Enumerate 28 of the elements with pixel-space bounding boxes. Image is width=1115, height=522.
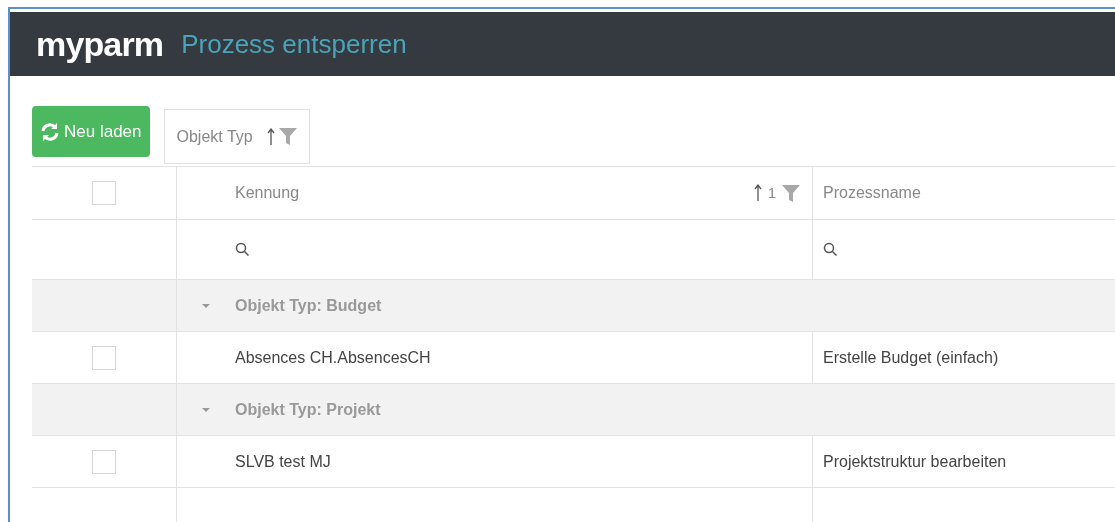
- refresh-icon: [40, 121, 60, 142]
- page-title: Prozess entsperren: [181, 27, 407, 61]
- sort-order: 1: [767, 182, 776, 203]
- search-icon[interactable]: [235, 242, 250, 257]
- group-chip[interactable]: Objekt Typ: [163, 109, 310, 164]
- table-cell-text: SLVB test MJ: [235, 451, 331, 472]
- search-icon[interactable]: [823, 242, 838, 257]
- collapse-caret-icon[interactable]: [202, 405, 210, 414]
- column-label: Kennung: [235, 183, 300, 203]
- reload-button[interactable]: Neu laden: [32, 106, 150, 157]
- checkbox[interactable]: [92, 449, 116, 474]
- logo: myparm: [36, 23, 164, 65]
- column-label: Prozessname: [823, 183, 921, 203]
- group-label: Objekt Typ: Budget: [235, 295, 382, 316]
- table-cell-text: Projektstruktur bearbeiten: [823, 451, 1007, 472]
- sort-ascending-icon[interactable]: [266, 127, 275, 146]
- group-row[interactable]: Objekt Typ: Budget: [32, 280, 1115, 332]
- table-cell-text: Absences CH.AbsencesCH: [235, 347, 431, 368]
- collapse-caret-icon[interactable]: [202, 301, 210, 310]
- filter-icon[interactable]: [782, 184, 800, 202]
- sort-ascending-icon[interactable]: [753, 184, 762, 202]
- checkbox[interactable]: [92, 181, 116, 205]
- column-header[interactable]: Kennung 1: [177, 167, 813, 219]
- checkbox[interactable]: [92, 345, 116, 370]
- group-row[interactable]: Objekt Typ: Projekt: [32, 384, 1115, 436]
- group-label: Objekt Typ: [176, 126, 253, 147]
- group-label: Objekt Typ: Projekt: [235, 399, 381, 420]
- table-cell-text: Erstelle Budget (einfach): [823, 347, 999, 368]
